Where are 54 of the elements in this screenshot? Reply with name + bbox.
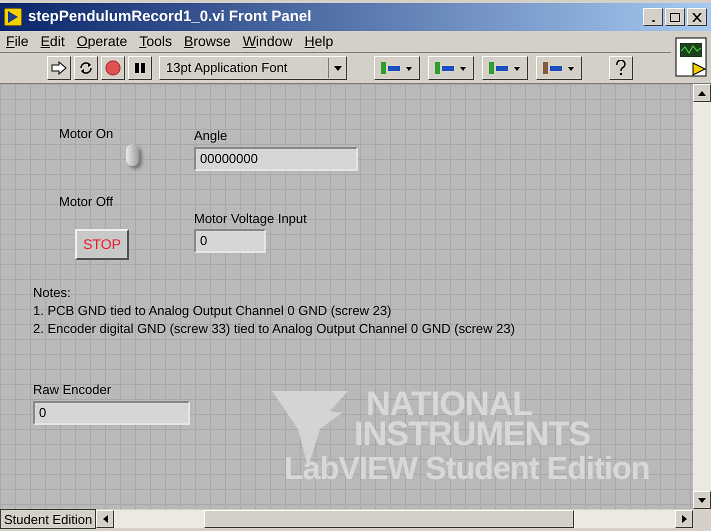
menu-item[interactable]: File (6, 31, 29, 52)
resize-objects-icon (487, 60, 523, 76)
close-icon (692, 12, 702, 22)
run-continuously-button[interactable] (74, 56, 98, 80)
indicator-label: Angle (194, 127, 228, 145)
align-objects-button[interactable] (374, 56, 420, 80)
student-edition-tab[interactable]: Student Edition (0, 509, 96, 529)
vi-panel-icon (675, 37, 707, 77)
font-dropdown[interactable]: 13pt Application Font (159, 56, 347, 80)
menu-item[interactable]: Tools (139, 31, 172, 52)
maximize-icon (670, 12, 680, 22)
run-arrow-icon (51, 61, 67, 75)
close-button[interactable] (687, 8, 707, 26)
reorder-button[interactable] (536, 56, 582, 80)
indicator-label: Motor Voltage Input (194, 210, 307, 228)
note-text: 1. PCB GND tied to Analog Output Channel 0 GND (screw 23) (33, 302, 392, 320)
menu-item[interactable]: Help (304, 31, 334, 52)
numeric-indicator: 00000000 (194, 147, 358, 171)
minimize-button[interactable] (643, 8, 663, 26)
menu-item[interactable]: Window (242, 31, 293, 52)
numeric-indicator: 0 (33, 401, 190, 425)
maximize-button[interactable] (665, 8, 685, 26)
indicator-label: Raw Encoder (33, 381, 112, 399)
menu-item[interactable]: Edit (40, 31, 65, 52)
circular-arrows-icon (78, 60, 94, 76)
note-text: Notes: (33, 284, 72, 302)
distribute-objects-button[interactable] (428, 56, 474, 80)
vertical-scrollbar[interactable] (693, 84, 711, 509)
dropdown-arrow-icon (334, 66, 342, 70)
scroll-left-icon (102, 515, 108, 523)
resize-objects-button[interactable] (482, 56, 528, 80)
scroll-right-icon (682, 515, 686, 523)
minimize-icon (650, 20, 656, 22)
switch-label: Motor Off (59, 193, 113, 211)
scroll-up-icon (698, 90, 706, 96)
question-mark-icon (615, 60, 627, 76)
stop-sign-icon (105, 60, 121, 76)
reorder-icon (541, 60, 577, 76)
scroll-down-icon (698, 498, 706, 502)
numeric-indicator: 0 (194, 229, 266, 253)
menu-item[interactable]: Browse (184, 31, 231, 52)
run-button[interactable] (47, 56, 71, 80)
switch-label: Motor On (59, 125, 114, 143)
abort-button[interactable] (101, 56, 125, 80)
window-title: stepPendulumRecord1_0.vi Front Panel (28, 6, 312, 27)
vi-icon (4, 8, 22, 26)
pause-icon (134, 62, 146, 74)
distribute-objects-icon (433, 60, 469, 76)
help-button[interactable] (609, 56, 633, 80)
horizontal-scrollbar[interactable] (96, 510, 693, 528)
align-objects-icon (379, 60, 415, 76)
pause-button[interactable] (128, 56, 152, 80)
menu-item[interactable]: Operate (76, 31, 128, 52)
note-text: 2. Encoder digital GND (screw 33) tied to Analog Output Channel 0 GND (screw 23) (33, 320, 515, 338)
